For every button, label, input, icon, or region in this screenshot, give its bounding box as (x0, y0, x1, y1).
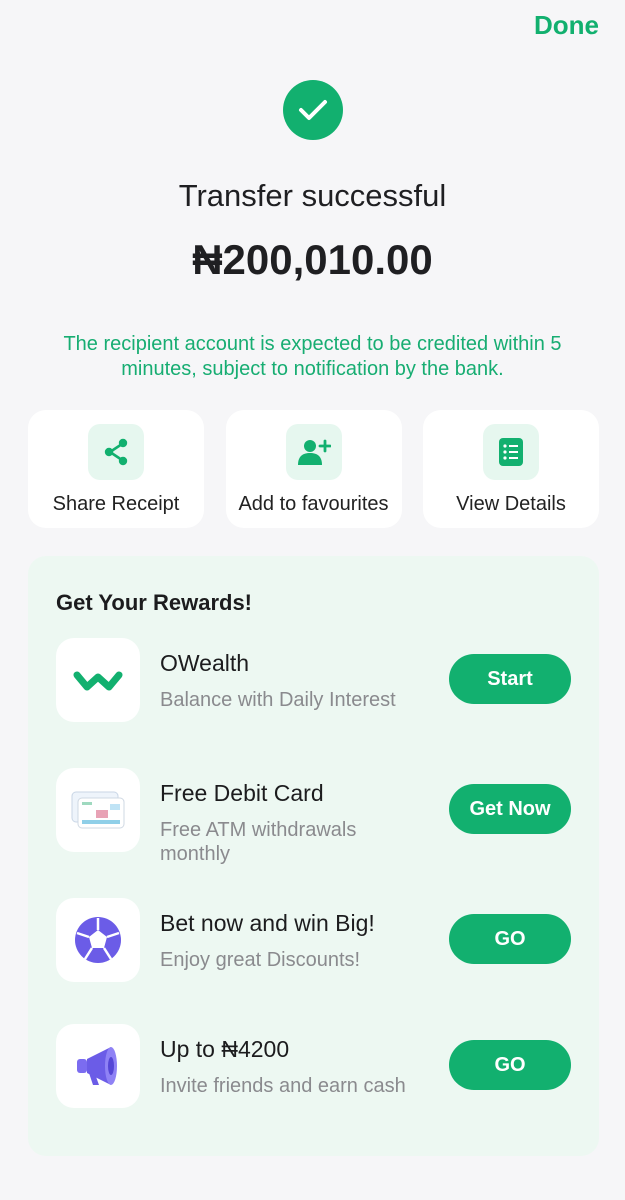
soccer-ball-icon (56, 898, 140, 982)
share-receipt-button[interactable]: Share Receipt (28, 410, 204, 528)
reward-name: Bet now and win Big! (160, 910, 375, 936)
go-button[interactable]: GO (449, 1040, 571, 1090)
add-to-favourites-label: Add to favourites (238, 493, 389, 515)
list-icon (483, 424, 539, 480)
share-receipt-label: Share Receipt (52, 493, 180, 515)
reward-item-owealth: OWealth Balance with Daily Interest Star… (28, 638, 599, 724)
add-to-favourites-button[interactable]: Add to favourites (225, 410, 402, 528)
reward-name: Free Debit Card (160, 780, 324, 806)
reward-description: Enjoy great Discounts! (160, 949, 361, 971)
reward-item-referral: Up to ₦4200 Invite friends and earn cash… (28, 1024, 599, 1110)
rewards-title: Get Your Rewards! (56, 590, 253, 615)
credit-notice: The recipient account is expected to be … (63, 333, 562, 380)
megaphone-icon (56, 1024, 140, 1108)
reward-description: Free ATM withdrawals monthly (160, 819, 357, 865)
view-details-label: View Details (456, 493, 566, 515)
reward-description: Invite friends and earn cash (160, 1075, 406, 1097)
get-now-button[interactable]: Get Now (449, 784, 571, 834)
view-details-button[interactable]: View Details (423, 410, 599, 528)
status-title: Transfer successful (178, 178, 447, 213)
add-user-icon (285, 424, 342, 480)
owealth-logo-icon (56, 638, 140, 722)
start-button[interactable]: Start (449, 654, 571, 704)
rewards-panel: Get Your Rewards! OWealth Balance with D… (28, 556, 599, 1156)
go-button[interactable]: GO (449, 914, 571, 964)
debit-card-icon (56, 768, 140, 852)
share-icon (88, 424, 144, 480)
reward-item-bet: Bet now and win Big! Enjoy great Discoun… (28, 898, 599, 984)
success-check-icon (283, 80, 343, 140)
reward-name: Up to ₦4200 (160, 1036, 290, 1062)
transfer-success-screen: Done Transfer successful ₦200,010.00 The… (0, 0, 625, 1200)
reward-item-debit-card: Free Debit Card Free ATM withdrawals mon… (28, 768, 599, 865)
reward-name: OWealth (160, 650, 250, 676)
reward-description: Balance with Daily Interest (160, 689, 396, 711)
action-bar: Share Receipt Add to favourites View Det… (28, 410, 599, 528)
done-button[interactable]: Done (534, 10, 599, 41)
transfer-amount: ₦200,010.00 (192, 236, 433, 283)
